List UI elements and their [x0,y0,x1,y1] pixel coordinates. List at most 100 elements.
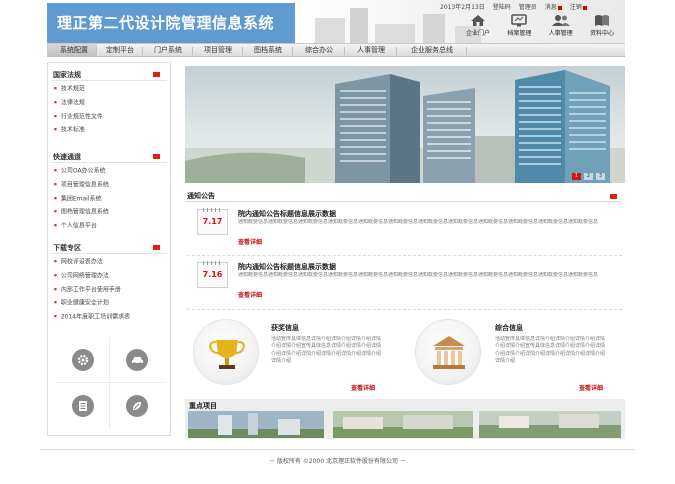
list-item[interactable]: 职业健康安全计划 [54,296,130,310]
quick-link-label: 资料中心 [589,30,614,37]
notice-item: 7.17 院内通知公告标题信息展示数据 通知概要信息通知概要信息通知概要信息通知… [197,208,617,253]
nav-system-config[interactable]: 系统配置 [47,44,97,56]
main-nav: 系统配置 定制平台 门户系统 项目管理 图档系统 综合办公 人事管理 企业服务总… [47,43,625,57]
list-item[interactable]: 技术规范 [54,82,103,96]
footer-divider [40,449,635,450]
sidebar: 国家法规 技术规范 法律法规 行业规范性文件 技术标准 快速通道 公司OA办公系… [47,62,171,436]
info-block-body: 活动宣传具体信息详情介绍详情介绍详情介绍详情介绍详情介绍宣传具体信息详情介绍详情… [271,336,381,365]
more-icon[interactable] [610,194,617,199]
divider [51,162,167,163]
logout-badge-icon [582,5,587,10]
quick-link-label: 档案管理 [507,30,532,37]
divider [51,253,167,254]
notice-summary: 通知概要信息通知概要信息通知概要信息通知概要信息通知概要信息通知概要信息通知概要… [238,219,599,225]
list-item[interactable]: 法律法规 [54,96,103,110]
gear-icon [71,348,94,371]
more-icon[interactable] [153,245,160,250]
info-block-title: 获奖信息 [271,324,299,332]
banner-carousel[interactable]: 1 2 3 [185,66,625,183]
quick-link-archives[interactable]: 档案管理 [501,14,537,42]
tile-settings[interactable] [56,337,110,383]
notice-title[interactable]: 院内通知公告标题信息展示数据 [238,209,336,219]
view-detail-link[interactable]: 查看详细 [579,383,603,392]
more-icon[interactable] [153,154,160,159]
carousel-dot[interactable]: 2 [584,173,593,180]
carousel-dot[interactable]: 1 [572,173,581,180]
shortcut-tiles [56,337,164,429]
key-projects-title: 重点项目 [189,402,217,410]
tile-vehicle[interactable] [110,337,164,383]
list-item[interactable]: 行业规范性文件 [54,110,103,124]
house-icon [471,15,485,26]
project-image [188,411,324,438]
footer-copyright: － 版权所有 ©2000 北京理正软件股份有限公司 － [269,458,406,465]
view-detail-link[interactable]: 查看详细 [238,237,262,246]
current-date: 2013年2月13日 [440,4,485,11]
list-item[interactable]: 公司网络管理办法 [54,269,130,283]
divider [185,201,622,202]
banner-image [185,70,625,183]
tile-documents[interactable] [56,383,110,429]
nav-custom-platform[interactable]: 定制平台 [97,44,143,56]
calendar-icon: 7.17 [197,208,228,235]
notice-date: 7.16 [202,270,223,279]
book-icon [594,15,609,26]
quick-link-resources[interactable]: 资料中心 [584,14,620,42]
view-detail-link[interactable]: 查看详细 [238,290,262,299]
nav-drawing-system[interactable]: 图档系统 [243,44,293,56]
awards-badge [193,319,259,385]
project-image [479,411,621,438]
quick-link-label: 企业门户 [465,30,490,37]
list-item[interactable]: 网校评设表办法 [54,255,130,269]
admin-link[interactable]: 管理员 [519,2,537,11]
nav-enterprise-bus[interactable]: 企业服务总线 [397,44,467,56]
login-link[interactable]: 登陆码 [493,2,511,11]
sidebar-section-title: 快速通道 [53,153,81,161]
project-thumbnail[interactable] [188,411,324,438]
list-item[interactable]: 图档管理信息系统 [54,205,109,219]
list-item[interactable]: 2014年度职工培训需求表 [54,310,130,324]
project-thumbnail[interactable] [333,411,473,438]
calendar-icon: 7.16 [197,261,228,288]
carousel-pagination: 1 2 3 [572,173,605,180]
trophy-icon [209,340,245,369]
message-badge-icon [557,5,562,10]
divider [187,255,622,256]
quick-link-hr[interactable]: 人事管理 [543,14,579,42]
info-block-title: 综合信息 [495,324,523,332]
monitor-icon [511,14,528,27]
notice-title[interactable]: 院内通知公告标题信息展示数据 [238,262,336,272]
nav-office[interactable]: 综合办公 [293,44,345,56]
info-block-body: 活动宣传具体信息详情介绍详情介绍详情介绍详情介绍详情介绍宣传具体信息详情介绍详情… [495,336,605,365]
list-item[interactable]: 公司OA办公系统 [54,164,109,178]
list-item[interactable]: 技术标准 [54,123,103,137]
nav-portal-system[interactable]: 门户系统 [143,44,193,56]
nav-hr[interactable]: 人事管理 [345,44,397,56]
list-item[interactable]: 个人信息平台 [54,219,109,233]
sidebar-list-downloads: 网校评设表办法 公司网络管理办法 内部工作平台使用手册 职业健康安全计划 201… [54,255,130,324]
app-title: 理正第二代设计院管理信息系统 [47,3,295,43]
sidebar-section-title: 下载专区 [53,244,81,252]
sidebar-list-quick-access: 公司OA办公系统 项目管理信息系统 集团Email系统 图档管理信息系统 个人信… [54,164,109,233]
message-link[interactable]: 消息 [545,2,562,11]
carousel-dot[interactable]: 3 [596,173,605,180]
divider [187,309,622,310]
project-thumbnail[interactable] [479,411,621,438]
more-icon[interactable] [153,72,160,77]
logout-link[interactable]: 注销 [570,2,587,11]
users-icon [551,15,570,26]
notice-summary: 通知概要信息通知概要信息通知概要信息通知概要信息通知概要信息通知概要信息通知概要… [238,272,599,278]
notice-item: 7.16 院内通知公告标题信息展示数据 通知概要信息通知概要信息通知概要信息通知… [197,261,617,306]
view-detail-link[interactable]: 查看详细 [351,383,375,392]
list-item[interactable]: 集团Email系统 [54,192,109,206]
notice-section-title: 通知公告 [187,192,215,200]
list-item[interactable]: 项目管理信息系统 [54,178,109,192]
project-image [333,411,473,438]
nav-project-management[interactable]: 项目管理 [193,44,243,56]
tile-eco[interactable] [110,383,164,429]
top-bar: 2013年2月13日 登陆码 管理员 消息 注销 [440,1,620,12]
list-item[interactable]: 内部工作平台使用手册 [54,283,130,297]
quick-link-portal[interactable]: 企业门户 [460,14,496,42]
sidebar-section-title: 国家法规 [53,71,81,79]
quick-links: 企业门户 档案管理 人事管理 资料中心 [460,14,620,42]
